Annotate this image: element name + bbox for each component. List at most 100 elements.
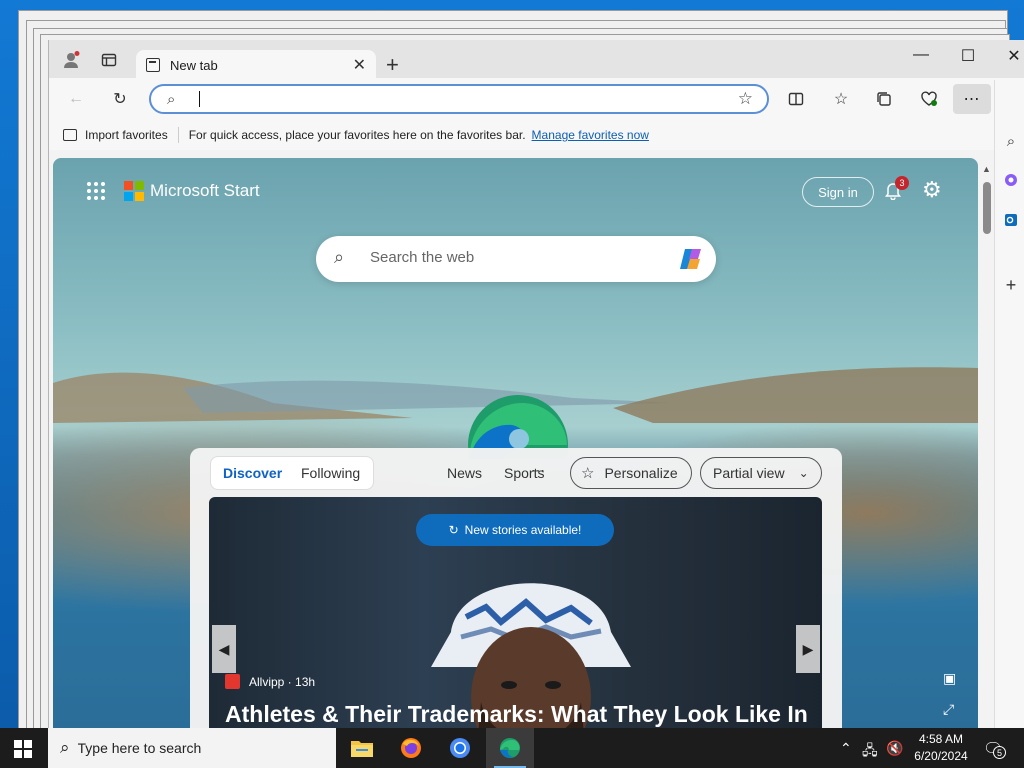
import-icon xyxy=(63,129,77,141)
sparkle-star-icon: ☆ xyxy=(581,465,595,482)
split-screen-button[interactable] xyxy=(783,87,809,111)
edge-sidebar: ⌕ + xyxy=(994,80,1024,730)
add-sidebar-app-icon[interactable]: + xyxy=(1001,275,1021,295)
navigation-bar: ← ↻ ⌕ ☆ ☆ ⋯ xyxy=(49,78,1024,120)
search-icon: ⌕ xyxy=(60,738,70,757)
notification-badge: 3 xyxy=(895,176,909,190)
import-favorites-label: Import favorites xyxy=(85,128,168,142)
notification-count-badge: 5 xyxy=(993,746,1006,759)
carousel-prev-button[interactable]: ◀ xyxy=(212,625,236,673)
file-explorer-app[interactable] xyxy=(338,728,386,768)
edge-app[interactable] xyxy=(486,728,534,768)
split-screen-icon xyxy=(788,92,804,106)
sidebar-copilot-icon[interactable] xyxy=(1001,170,1021,190)
favorites-bar: Import favorites For quick access, place… xyxy=(49,120,1024,150)
edge-icon xyxy=(500,738,520,758)
address-bar[interactable]: ⌕ ☆ xyxy=(149,84,769,114)
favorites-button[interactable]: ☆ xyxy=(828,87,854,111)
folder-icon xyxy=(351,741,373,757)
page-icon xyxy=(146,58,160,72)
outlook-icon[interactable] xyxy=(1001,210,1021,230)
profile-icon xyxy=(64,51,80,68)
expand-icon[interactable]: ⤢ xyxy=(943,701,954,718)
tab-news[interactable]: News xyxy=(447,465,482,481)
brand-title[interactable]: Microsoft Start xyxy=(150,181,260,201)
web-search-input[interactable] xyxy=(370,249,670,266)
carousel-next-button[interactable]: ▶ xyxy=(796,625,820,673)
view-mode-label: Partial view xyxy=(713,465,785,481)
collections-button[interactable] xyxy=(871,87,897,111)
start-button[interactable] xyxy=(14,740,32,758)
tab-actions-icon xyxy=(101,53,117,67)
collections-icon xyxy=(877,92,891,106)
notification-center-button[interactable]: 🗨 5 xyxy=(983,739,1006,759)
hero-article-card[interactable]: ↻ New stories available! ◀ ▶ Allvipp · 1… xyxy=(209,497,822,730)
network-icon[interactable]: 🖧 xyxy=(862,740,878,764)
tab-actions-button[interactable] xyxy=(97,48,121,72)
copilot-icon[interactable] xyxy=(678,246,706,272)
volume-muted-icon[interactable]: 🔇 xyxy=(886,740,903,757)
minimize-button[interactable]: — xyxy=(901,46,941,64)
image-icon[interactable]: ▣ xyxy=(943,670,956,687)
personalize-button[interactable]: ☆ Personalize xyxy=(570,457,692,489)
chrome-icon xyxy=(450,738,470,758)
refresh-icon: ↻ xyxy=(448,523,459,537)
search-icon: ⌕ xyxy=(334,247,345,267)
tab-title: New tab xyxy=(170,57,218,73)
article-source: Allvipp · 13h xyxy=(249,675,316,689)
personalize-label: Personalize xyxy=(604,465,678,481)
refresh-button[interactable]: ↻ xyxy=(107,87,133,111)
import-favorites-button[interactable]: Import favorites xyxy=(63,128,168,142)
back-button[interactable]: ← xyxy=(63,87,89,111)
back-arrow-icon: ← xyxy=(68,90,84,107)
page-settings-button[interactable]: ⚙ xyxy=(922,177,942,203)
chevron-right-icon: ▶ xyxy=(802,640,814,657)
web-search-box[interactable]: ⌕ xyxy=(316,236,716,282)
new-stories-banner[interactable]: ↻ New stories available! xyxy=(416,514,614,546)
more-tabs-button[interactable]: ⋯ xyxy=(531,462,545,479)
news-feed-panel: Discover Following News Sports ⋯ ☆ Perso… xyxy=(190,448,842,730)
system-clock[interactable]: 4:58 AM 6/20/2024 xyxy=(905,731,977,765)
heart-pulse-icon xyxy=(921,91,937,106)
taskbar-search-input[interactable] xyxy=(77,740,298,756)
scroll-up-icon[interactable]: ▲ xyxy=(982,164,991,174)
feed-pivot: Discover Following xyxy=(210,456,374,490)
favorites-bar-message: For quick access, place your favorites h… xyxy=(188,128,526,142)
new-tab-page: Microsoft Start Sign in 3 ⚙ ⌕ Discover F… xyxy=(53,158,978,730)
scrollbar-thumb[interactable] xyxy=(983,182,991,234)
tab-following[interactable]: Following xyxy=(301,465,360,481)
divider xyxy=(177,127,179,143)
sidebar-search-icon[interactable]: ⌕ xyxy=(1001,131,1021,151)
tab-new-tab[interactable]: New tab ✕ xyxy=(136,50,376,80)
text-caret xyxy=(199,91,200,107)
profile-button[interactable] xyxy=(59,48,83,72)
gear-icon: ⚙ xyxy=(922,177,942,202)
settings-and-more-button[interactable]: ⋯ xyxy=(953,84,991,114)
maximize-button[interactable]: ☐ xyxy=(948,46,988,66)
taskbar: ⌕ ⌃ 🖧 🔇 4:58 AM 6/20/2024 🗨 5 xyxy=(0,728,1024,768)
chevron-down-icon: ⌄ xyxy=(798,466,809,480)
chrome-app[interactable] xyxy=(436,728,484,768)
chevron-left-icon: ◀ xyxy=(218,640,230,657)
address-input[interactable] xyxy=(201,89,721,109)
refresh-icon: ↻ xyxy=(113,91,127,108)
browser-essentials-button[interactable] xyxy=(916,87,942,111)
manage-favorites-link[interactable]: Manage favorites now xyxy=(532,128,649,142)
article-headline[interactable]: Athletes & Their Trademarks: What They L… xyxy=(225,701,808,728)
new-tab-button[interactable]: + xyxy=(386,52,399,78)
view-mode-dropdown[interactable]: Partial view ⌄ xyxy=(700,457,822,489)
close-window-button[interactable]: ✕ xyxy=(994,46,1024,66)
apps-launcher-button[interactable] xyxy=(87,182,105,200)
firefox-app[interactable] xyxy=(387,728,435,768)
favorites-list-icon: ☆ xyxy=(833,91,849,108)
favorite-star-icon[interactable]: ☆ xyxy=(738,89,753,109)
taskbar-search[interactable]: ⌕ xyxy=(48,728,336,768)
show-hidden-icons-button[interactable]: ⌃ xyxy=(840,740,852,757)
clock-date: 6/20/2024 xyxy=(914,749,968,763)
close-tab-icon[interactable]: ✕ xyxy=(353,55,366,75)
firefox-icon xyxy=(401,738,421,758)
tab-discover[interactable]: Discover xyxy=(223,465,282,481)
clock-time: 4:58 AM xyxy=(918,732,964,746)
browser-window: New tab ✕ + — ☐ ✕ ← ↻ ⌕ ☆ ☆ ⋯ Import fav… xyxy=(48,40,1024,730)
sign-in-button[interactable]: Sign in xyxy=(802,177,874,207)
